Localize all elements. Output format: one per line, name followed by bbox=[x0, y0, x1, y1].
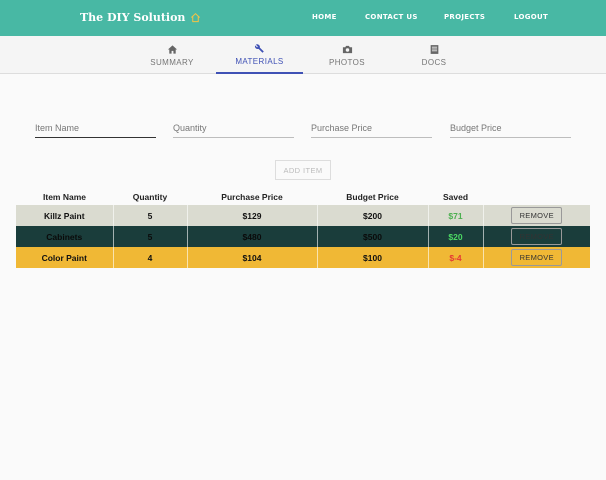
header-actions bbox=[483, 188, 590, 205]
cell-purchase-price: $129 bbox=[186, 205, 317, 226]
materials-table: Item Name Quantity Purchase Price Budget… bbox=[16, 188, 590, 268]
cell-quantity: 5 bbox=[112, 205, 187, 226]
cell-saved: $71 bbox=[427, 205, 483, 226]
cell-budget-price: $500 bbox=[316, 226, 428, 247]
nav-projects[interactable]: PROJECTS bbox=[444, 13, 485, 21]
document-icon bbox=[430, 44, 438, 54]
tab-photos[interactable]: PHOTOS bbox=[304, 36, 390, 74]
table-row: Color Paint 4 $104 $100 $-4 REMOVE bbox=[16, 247, 590, 268]
cell-purchase-price: $480 bbox=[186, 226, 317, 247]
item-name-field[interactable] bbox=[35, 118, 156, 138]
header-saved: Saved bbox=[442, 191, 469, 202]
tab-summary-label: SUMMARY bbox=[150, 57, 194, 67]
quantity-input[interactable] bbox=[173, 119, 294, 133]
tab-materials-label: MATERIALS bbox=[235, 56, 284, 66]
house-outline-icon bbox=[191, 12, 201, 23]
tab-materials[interactable]: MATERIALS bbox=[216, 36, 303, 74]
tab-docs[interactable]: DOCS bbox=[391, 36, 477, 74]
header-item-name: Item Name bbox=[43, 191, 86, 202]
nav-logout[interactable]: LOGOUT bbox=[514, 13, 548, 21]
item-name-input[interactable] bbox=[35, 119, 156, 133]
table-row: Cabinets 5 $480 $500 $20 REMOVE bbox=[16, 226, 590, 247]
cell-quantity: 5 bbox=[112, 226, 187, 247]
tab-docs-label: DOCS bbox=[421, 57, 447, 67]
tab-photos-label: PHOTOS bbox=[328, 57, 366, 67]
cell-item-name: Cabinets bbox=[46, 231, 83, 242]
header-purchase-price: Purchase Price bbox=[221, 191, 283, 202]
home-icon bbox=[167, 44, 177, 54]
cell-saved: $20 bbox=[427, 226, 483, 247]
budget-price-field[interactable] bbox=[450, 118, 571, 138]
table-header-row: Item Name Quantity Purchase Price Budget… bbox=[16, 188, 590, 205]
purchase-price-input[interactable] bbox=[311, 119, 432, 133]
camera-icon bbox=[342, 45, 352, 53]
cell-saved: $-4 bbox=[427, 247, 483, 268]
table-row: Killz Paint 5 $129 $200 $71 REMOVE bbox=[16, 205, 590, 226]
brand-title: The DIY Solution bbox=[80, 11, 186, 24]
remove-button[interactable]: REMOVE bbox=[511, 228, 563, 245]
cell-item-name: Color Paint bbox=[41, 252, 87, 263]
cell-purchase-price: $104 bbox=[186, 247, 317, 268]
header-quantity: Quantity bbox=[132, 191, 168, 202]
tab-summary[interactable]: SUMMARY bbox=[129, 36, 215, 74]
header-budget-price: Budget Price bbox=[346, 191, 399, 202]
remove-button[interactable]: REMOVE bbox=[511, 207, 563, 224]
cell-actions: REMOVE bbox=[482, 205, 590, 226]
nav-contact-us[interactable]: CONTACT US bbox=[365, 13, 418, 21]
cell-budget-price: $100 bbox=[316, 247, 428, 268]
wrench-icon bbox=[254, 43, 264, 53]
cell-budget-price: $200 bbox=[316, 205, 428, 226]
purchase-price-field[interactable] bbox=[311, 118, 432, 138]
quantity-field[interactable] bbox=[173, 118, 294, 138]
cell-actions: REMOVE bbox=[482, 226, 590, 247]
cell-quantity: 4 bbox=[112, 247, 187, 268]
remove-button[interactable]: REMOVE bbox=[511, 249, 563, 266]
top-app-bar: The DIY Solution HOME CONTACT US PROJECT… bbox=[0, 0, 606, 36]
budget-price-input[interactable] bbox=[450, 119, 571, 133]
add-item-button[interactable]: ADD ITEM bbox=[275, 160, 331, 180]
cell-actions: REMOVE bbox=[482, 247, 590, 268]
tab-bar: SUMMARY MATERIALS PHOTOS DOCS bbox=[0, 36, 606, 74]
brand[interactable]: The DIY Solution bbox=[80, 11, 201, 24]
nav-home[interactable]: HOME bbox=[312, 13, 337, 21]
cell-item-name: Killz Paint bbox=[43, 210, 85, 221]
